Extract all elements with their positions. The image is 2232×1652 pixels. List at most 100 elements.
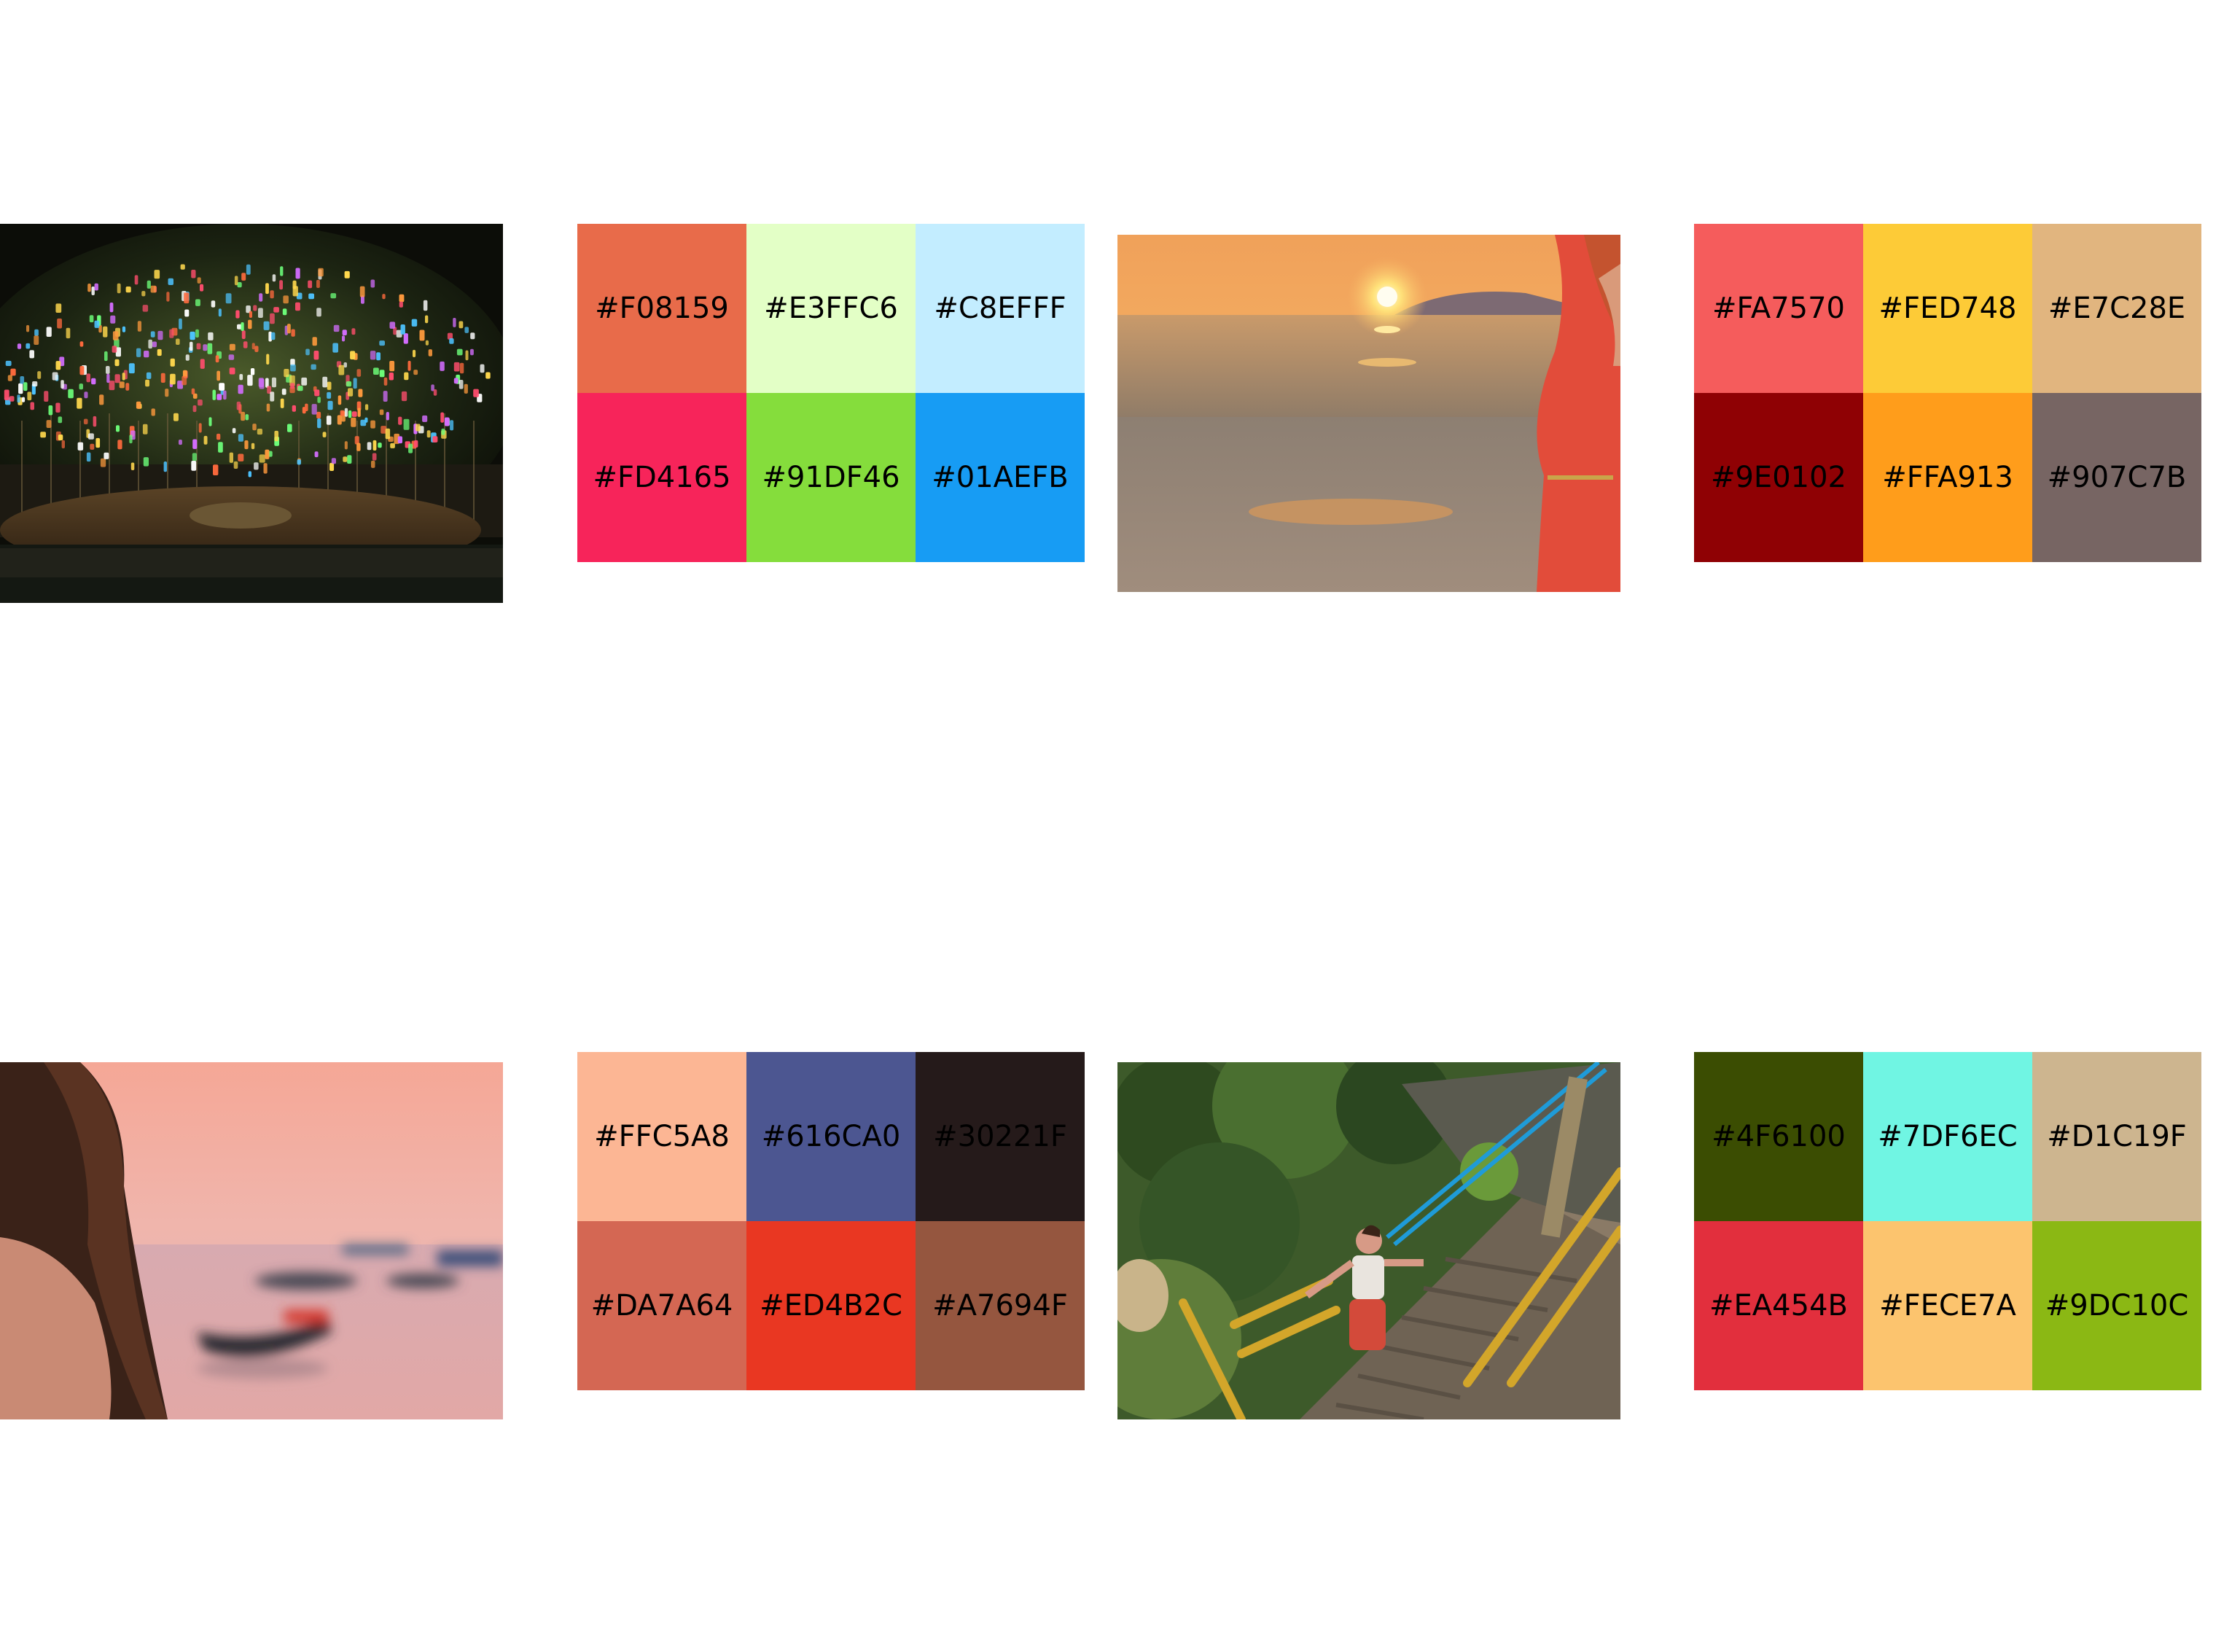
lantern-light bbox=[283, 295, 289, 304]
color-swatch[interactable]: #D1C19F bbox=[2032, 1052, 2201, 1221]
lantern-light bbox=[313, 351, 319, 360]
lantern-light bbox=[91, 287, 95, 295]
lantern-light bbox=[229, 367, 235, 375]
lantern-light bbox=[322, 432, 327, 437]
lantern-light bbox=[130, 462, 135, 470]
lantern-light bbox=[37, 371, 42, 379]
lantern-light bbox=[287, 324, 291, 334]
lantern-light bbox=[318, 268, 324, 277]
lantern-light bbox=[385, 428, 391, 440]
lantern-light bbox=[165, 389, 169, 397]
lantern-light bbox=[184, 292, 190, 304]
lantern-light bbox=[99, 394, 104, 405]
color-swatch[interactable]: #907C7B bbox=[2032, 393, 2201, 562]
lantern-light bbox=[32, 381, 38, 387]
lantern-light bbox=[30, 402, 34, 410]
color-swatch[interactable]: #F08159 bbox=[577, 224, 746, 393]
lantern-light bbox=[216, 394, 222, 400]
color-swatch[interactable]: #4F6100 bbox=[1694, 1052, 1863, 1221]
color-swatch[interactable]: #C8EFFF bbox=[916, 224, 1085, 393]
lantern-light bbox=[192, 439, 198, 449]
color-swatch[interactable]: #DA7A64 bbox=[577, 1221, 746, 1390]
color-palette-4: #4F6100 #7DF6EC #D1C19F #EA454B #FECE7A … bbox=[1694, 1052, 2201, 1390]
lantern-light bbox=[225, 293, 232, 304]
lantern-light bbox=[191, 388, 195, 395]
color-swatch[interactable]: #616CA0 bbox=[746, 1052, 916, 1221]
lantern-light bbox=[326, 416, 332, 425]
lantern-light bbox=[195, 299, 200, 306]
color-swatch[interactable]: #FECE7A bbox=[1863, 1221, 2032, 1390]
lantern-light bbox=[142, 424, 148, 435]
hex-code-label: #E7C28E bbox=[2048, 292, 2186, 325]
lantern-light bbox=[317, 397, 321, 403]
color-swatch[interactable]: #E7C28E bbox=[2032, 224, 2201, 393]
color-swatch[interactable]: #FA7570 bbox=[1694, 224, 1863, 393]
lantern-light bbox=[353, 378, 357, 389]
color-swatch[interactable]: #7DF6EC bbox=[1863, 1052, 2032, 1221]
lantern-light bbox=[329, 462, 335, 471]
lantern-light bbox=[104, 351, 108, 362]
lantern-light bbox=[235, 310, 240, 319]
lantern-light bbox=[271, 377, 276, 388]
color-swatch[interactable]: #91DF46 bbox=[746, 393, 916, 562]
color-swatch[interactable]: #EA454B bbox=[1694, 1221, 1863, 1390]
lantern-light bbox=[117, 440, 122, 450]
lantern-light bbox=[346, 381, 352, 387]
lantern-light bbox=[314, 451, 319, 458]
lantern-light bbox=[44, 391, 49, 402]
color-swatch[interactable]: #9E0102 bbox=[1694, 393, 1863, 562]
lantern-light bbox=[247, 375, 253, 386]
lantern-light bbox=[383, 391, 388, 402]
lantern-light bbox=[370, 420, 375, 429]
color-swatch[interactable]: #E3FFC6 bbox=[746, 224, 916, 393]
lantern-light bbox=[316, 279, 320, 288]
lantern-light bbox=[238, 434, 243, 442]
lantern-light bbox=[308, 280, 313, 289]
lantern-light bbox=[356, 369, 362, 377]
lantern-light bbox=[100, 458, 106, 467]
lantern-light bbox=[403, 333, 408, 344]
lantern-light bbox=[327, 381, 332, 390]
lantern-light bbox=[129, 435, 133, 444]
lantern-light bbox=[79, 383, 83, 390]
lantern-light bbox=[390, 443, 395, 448]
color-swatch[interactable]: #9DC10C bbox=[2032, 1221, 2201, 1390]
hex-code-label: #F08159 bbox=[595, 292, 729, 325]
lantern-light bbox=[191, 270, 196, 278]
lantern-tree-photo bbox=[0, 224, 503, 603]
lantern-light bbox=[180, 264, 185, 270]
color-swatch[interactable]: #30221F bbox=[916, 1052, 1085, 1221]
lantern-light bbox=[258, 378, 264, 387]
lantern-light bbox=[168, 278, 173, 285]
lantern-light bbox=[93, 416, 97, 427]
lantern-light bbox=[248, 319, 252, 330]
lantern-light bbox=[399, 294, 405, 303]
lantern-light bbox=[117, 283, 121, 294]
lantern-light bbox=[106, 366, 110, 374]
lantern-light bbox=[87, 284, 91, 292]
color-swatch[interactable]: #01AEFB bbox=[916, 393, 1085, 562]
lantern-light bbox=[370, 279, 375, 288]
color-swatch[interactable]: #FD4165 bbox=[577, 393, 746, 562]
lantern-light bbox=[141, 291, 146, 297]
color-swatch[interactable]: #FED748 bbox=[1863, 224, 2032, 393]
lantern-light bbox=[203, 435, 208, 445]
lantern-light bbox=[190, 341, 193, 351]
lantern-light bbox=[266, 354, 270, 365]
lantern-light bbox=[170, 373, 176, 385]
lantern-light bbox=[248, 471, 251, 478]
color-swatch[interactable]: #A7694F bbox=[916, 1221, 1085, 1390]
lantern-light bbox=[116, 425, 120, 432]
hex-code-label: #91DF46 bbox=[762, 461, 900, 494]
hex-code-label: #DA7A64 bbox=[590, 1289, 733, 1322]
lantern-light bbox=[55, 303, 62, 313]
lantern-light bbox=[291, 329, 295, 337]
lantern-light bbox=[89, 315, 94, 323]
lantern-light bbox=[426, 430, 431, 438]
lantern-light bbox=[464, 383, 468, 394]
color-swatch[interactable]: #FFC5A8 bbox=[577, 1052, 746, 1221]
color-swatch[interactable]: #ED4B2C bbox=[746, 1221, 916, 1390]
lantern-light bbox=[371, 460, 375, 468]
color-swatch[interactable]: #FFA913 bbox=[1863, 393, 2032, 562]
lantern-light bbox=[241, 273, 246, 281]
